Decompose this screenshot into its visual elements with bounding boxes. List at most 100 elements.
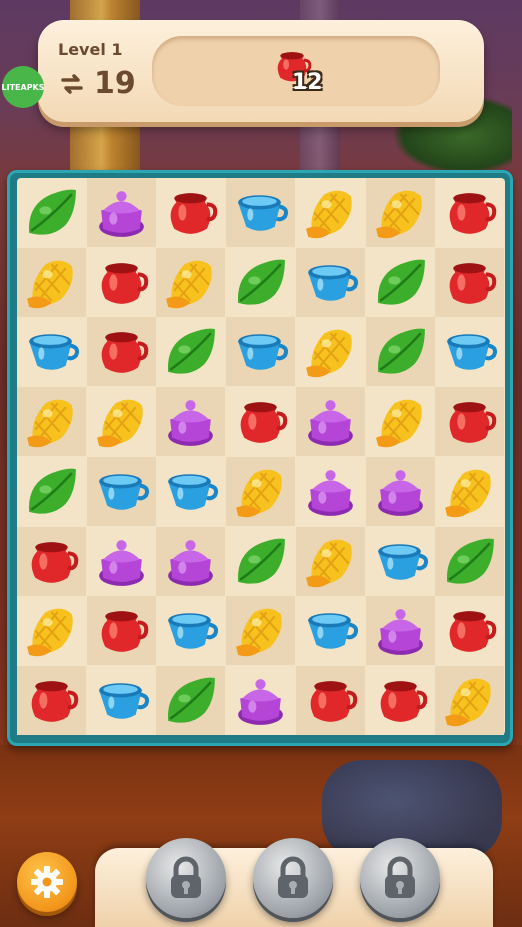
- board-cell[interactable]: [87, 387, 156, 456]
- lock-icon: [385, 856, 415, 898]
- board-cell[interactable]: [86, 178, 156, 247]
- gear-icon: [31, 866, 63, 898]
- board-cell[interactable]: [156, 665, 226, 735]
- board-cell[interactable]: [366, 248, 435, 317]
- locked-booster-3[interactable]: [360, 838, 440, 918]
- board-cell[interactable]: [156, 596, 225, 665]
- swap-arrows-icon: [61, 74, 83, 94]
- board-cell[interactable]: [17, 526, 86, 596]
- locked-booster-1[interactable]: [146, 838, 226, 918]
- board-cell[interactable]: [226, 596, 296, 666]
- board-cell[interactable]: [295, 665, 365, 735]
- corn-icon: [166, 260, 213, 308]
- board-cell[interactable]: [156, 526, 226, 596]
- cup-icon: [377, 543, 428, 580]
- board-cell[interactable]: [296, 317, 365, 386]
- board-cell[interactable]: [365, 456, 435, 526]
- cup-icon: [29, 334, 80, 371]
- game-board-frame: [7, 170, 513, 746]
- board-cell[interactable]: [296, 178, 365, 247]
- board-cell[interactable]: [295, 387, 365, 457]
- board-cell[interactable]: [86, 596, 156, 666]
- cup-icon: [168, 474, 219, 510]
- moves-count: 19: [94, 66, 136, 101]
- board-cell[interactable]: [156, 178, 225, 247]
- lock-icon: [171, 856, 201, 898]
- board-cell[interactable]: [435, 596, 504, 665]
- goal-box: 12: [152, 36, 440, 106]
- corn-icon: [305, 329, 352, 378]
- board-cell[interactable]: [17, 665, 86, 735]
- corn-icon: [375, 190, 422, 239]
- board-cell[interactable]: [226, 248, 295, 317]
- red-pot-icon: [101, 262, 148, 304]
- board-cell[interactable]: [435, 247, 505, 317]
- board-cell[interactable]: [366, 387, 435, 456]
- leaf-icon: [238, 259, 285, 305]
- corn-icon: [236, 469, 282, 518]
- board-cell[interactable]: [226, 387, 295, 456]
- leaf-icon: [238, 538, 285, 584]
- board-cell[interactable]: [296, 596, 365, 665]
- red-pot-icon: [310, 681, 358, 722]
- corn-icon: [445, 469, 491, 518]
- board-cell[interactable]: [17, 387, 86, 457]
- red-pot-icon: [380, 681, 427, 722]
- cup-icon: [168, 613, 219, 649]
- corn-icon: [375, 399, 422, 448]
- board-cell[interactable]: [87, 666, 156, 735]
- board-cell[interactable]: [17, 178, 86, 247]
- board-cell[interactable]: [365, 317, 435, 387]
- cup-icon: [307, 613, 358, 649]
- board-cell[interactable]: [226, 178, 296, 247]
- board-cell[interactable]: [86, 456, 156, 526]
- leaf-icon: [447, 538, 495, 584]
- board-cell[interactable]: [87, 527, 156, 596]
- board-cell[interactable]: [296, 457, 365, 526]
- purple-pot-icon: [98, 539, 144, 586]
- corn-icon: [305, 539, 352, 587]
- leaf-icon: [168, 677, 216, 723]
- board-cell[interactable]: [366, 666, 435, 735]
- board-cell[interactable]: [87, 248, 156, 317]
- red-pot-icon: [31, 541, 79, 583]
- board-cell[interactable]: [435, 457, 504, 526]
- board-cell[interactable]: [86, 317, 156, 387]
- board-cell[interactable]: [435, 526, 505, 596]
- board-cell[interactable]: [17, 317, 86, 386]
- board-cell[interactable]: [435, 317, 504, 386]
- cup-icon: [98, 683, 149, 719]
- board-cell[interactable]: [156, 457, 225, 526]
- leaf-icon: [377, 329, 425, 375]
- board-cell[interactable]: [226, 317, 296, 387]
- board-cell[interactable]: [156, 387, 226, 457]
- board-cell[interactable]: [365, 178, 435, 247]
- settings-button[interactable]: [17, 852, 77, 912]
- board-cell[interactable]: [17, 247, 86, 317]
- red-pot-icon: [171, 193, 218, 234]
- corn-icon: [27, 399, 73, 448]
- cup-icon: [447, 334, 498, 371]
- board-cell[interactable]: [226, 527, 295, 596]
- board-cell[interactable]: [226, 456, 296, 526]
- board-cell[interactable]: [156, 247, 226, 317]
- board-cell[interactable]: [435, 387, 505, 457]
- board-cell[interactable]: [17, 457, 86, 526]
- watermark-badge: LITEAPKS: [2, 66, 45, 108]
- board-cell[interactable]: [295, 247, 365, 317]
- board-cell[interactable]: [156, 317, 225, 386]
- cup-icon: [307, 264, 358, 301]
- board-cell[interactable]: [17, 596, 86, 665]
- board-cell[interactable]: [365, 596, 435, 666]
- board-cell[interactable]: [435, 178, 504, 247]
- locked-booster-2[interactable]: [253, 838, 333, 918]
- corn-icon: [236, 608, 282, 657]
- leaf-icon: [377, 259, 425, 305]
- board-cell[interactable]: [366, 527, 435, 596]
- leaf-icon: [168, 329, 216, 375]
- purple-pot-icon: [168, 400, 214, 446]
- board-cell[interactable]: [435, 665, 505, 735]
- board-cell[interactable]: [226, 666, 295, 735]
- lock-icon: [278, 856, 308, 898]
- board-cell[interactable]: [295, 526, 365, 596]
